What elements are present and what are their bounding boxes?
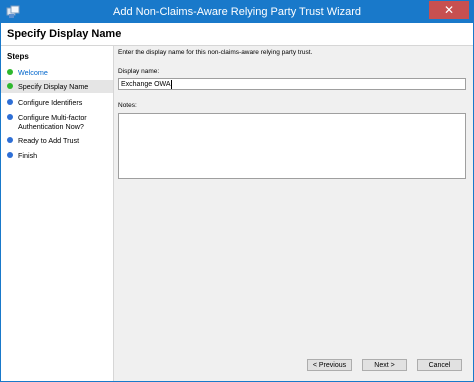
page-title: Specify Display Name bbox=[7, 28, 122, 40]
notes-label: Notes: bbox=[118, 102, 137, 109]
title-bar[interactable]: Add Non-Claims-Aware Relying Party Trust… bbox=[1, 1, 473, 23]
step-pending-icon bbox=[7, 152, 13, 158]
display-name-value: Exchange OWA bbox=[121, 81, 171, 88]
step-complete-icon bbox=[7, 69, 13, 75]
step-pending-icon bbox=[7, 137, 13, 143]
notes-textarea[interactable] bbox=[118, 113, 466, 179]
step-welcome: Welcome bbox=[1, 66, 113, 79]
steps-sidebar: Steps Welcome Specify Display Name Confi… bbox=[1, 46, 114, 381]
wizard-window: Add Non-Claims-Aware Relying Party Trust… bbox=[0, 0, 474, 382]
step-ready-to-add-trust: Ready to Add Trust bbox=[1, 134, 113, 147]
step-label: Finish bbox=[18, 151, 38, 160]
step-label: Ready to Add Trust bbox=[18, 136, 80, 145]
display-name-label: Display name: bbox=[118, 68, 160, 75]
previous-button[interactable]: < Previous bbox=[307, 359, 352, 371]
steps-title: Steps bbox=[7, 52, 29, 61]
step-label: Configure Identifiers bbox=[18, 98, 83, 107]
cancel-button[interactable]: Cancel bbox=[417, 359, 462, 371]
text-caret bbox=[171, 80, 172, 89]
step-configure-identifiers: Configure Identifiers bbox=[1, 96, 113, 109]
step-configure-mfa: Configure Multi-factor Authentication No… bbox=[1, 111, 113, 133]
window-title: Add Non-Claims-Aware Relying Party Trust… bbox=[113, 6, 361, 18]
step-specify-display-name: Specify Display Name bbox=[1, 80, 113, 93]
step-label: Configure Multi-factor Authentication No… bbox=[18, 113, 87, 131]
step-pending-icon bbox=[7, 99, 13, 105]
step-label: Welcome bbox=[18, 68, 48, 77]
next-button[interactable]: Next > bbox=[362, 359, 407, 371]
step-pending-icon bbox=[7, 114, 13, 120]
main-panel: Enter the display name for this non-clai… bbox=[114, 46, 473, 381]
step-current-icon bbox=[7, 83, 13, 89]
step-finish: Finish bbox=[1, 149, 113, 162]
page-header: Specify Display Name bbox=[1, 23, 473, 46]
page-description: Enter the display name for this non-clai… bbox=[118, 49, 313, 56]
close-button[interactable]: ✕ bbox=[429, 1, 469, 19]
step-label: Specify Display Name bbox=[18, 82, 89, 91]
display-name-input[interactable]: Exchange OWA bbox=[118, 78, 466, 90]
